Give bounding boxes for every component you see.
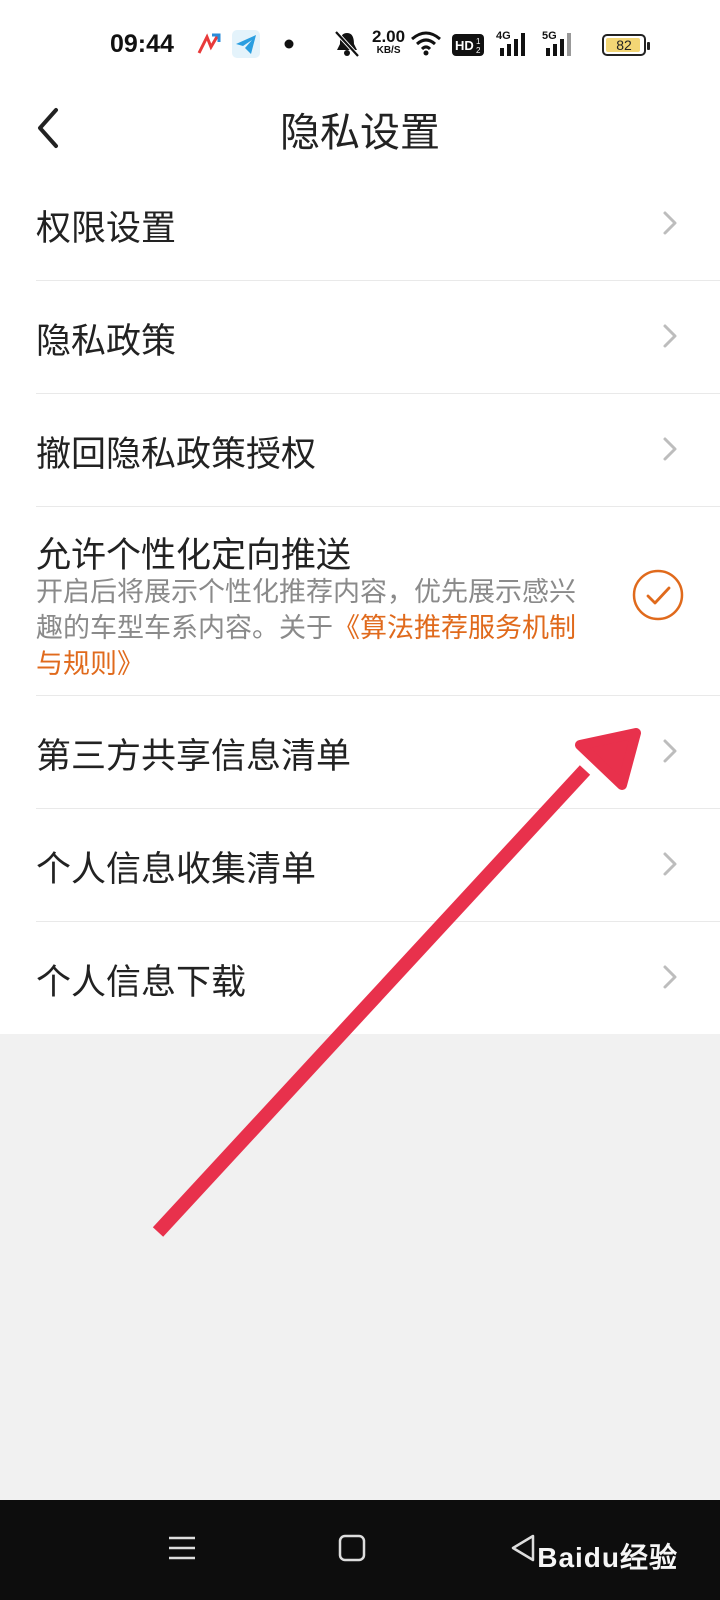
wifi-icon (411, 31, 441, 56)
signal-5g-icon: 5G (542, 30, 571, 56)
notification-app-icon (197, 33, 221, 54)
chevron-right-icon (663, 965, 677, 989)
personalization-label: 允许个性化定向推送 (36, 536, 352, 576)
svg-text:2: 2 (476, 46, 481, 55)
menu-item-label: 个人信息下载 (36, 963, 247, 1003)
menu-item-label: 撤回隐私政策授权 (36, 435, 317, 475)
page-header: 隐私设置 (0, 90, 720, 169)
signal-4g-icon: 4G (496, 30, 525, 56)
chevron-right-icon (663, 324, 677, 348)
menu-icon[interactable] (166, 1532, 198, 1564)
menu-item-revoke-authorization[interactable]: 撤回隐私政策授权 (36, 394, 720, 507)
mute-bell-icon (334, 30, 360, 58)
settings-list: 权限设置 隐私政策 撤回隐私政策授权 允许个性化定向推送 开启后将展示个性化推荐… (0, 168, 720, 1034)
menu-item-download[interactable]: 个人信息下载 (36, 922, 720, 1034)
svg-text:5G: 5G (542, 30, 557, 42)
svg-text:HD: HD (455, 38, 474, 53)
menu-item-permissions[interactable]: 权限设置 (36, 168, 720, 281)
menu-item-collection-list[interactable]: 个人信息收集清单 (36, 809, 720, 922)
chevron-right-icon (663, 852, 677, 876)
svg-text:4G: 4G (496, 30, 511, 42)
menu-item-label: 权限设置 (36, 209, 177, 249)
menu-item-privacy-policy[interactable]: 隐私政策 (36, 281, 720, 394)
chevron-right-icon (663, 211, 677, 235)
back-nav-icon[interactable] (508, 1532, 538, 1564)
home-icon[interactable] (337, 1533, 367, 1563)
dot-icon (284, 39, 294, 49)
telegram-icon (232, 30, 260, 58)
menu-item-label: 个人信息收集清单 (36, 850, 317, 890)
chevron-right-icon (663, 437, 677, 461)
menu-item-third-party-list[interactable]: 第三方共享信息清单 (36, 696, 720, 809)
check-icon (646, 586, 671, 605)
personalization-toggle[interactable] (632, 569, 684, 621)
hd-icon: HD 1 2 (452, 34, 484, 56)
network-speed: 2.00 KB/S (372, 28, 405, 57)
menu-item-label: 隐私政策 (36, 322, 177, 362)
menu-item-personalization: 允许个性化定向推送 开启后将展示个性化推荐内容，优先展示感兴趣的车型车系内容。关… (36, 507, 720, 696)
page-title: 隐私设置 (280, 110, 440, 156)
svg-text:1: 1 (476, 37, 481, 46)
status-time: 09:44 (110, 30, 174, 58)
menu-item-label: 第三方共享信息清单 (36, 737, 352, 777)
baidu-watermark: Baidu经验 (537, 1542, 678, 1573)
status-bar: 09:44 2.00 KB/S HD 1 2 4G 5G 82 (0, 0, 720, 90)
battery-level: 82 (616, 37, 632, 53)
chevron-right-icon (663, 739, 677, 763)
network-speed-unit: KB/S (376, 45, 401, 56)
network-speed-value: 2.00 (372, 27, 406, 46)
battery-icon: 82 (602, 34, 650, 56)
personalization-description: 开启后将展示个性化推荐内容，优先展示感兴趣的车型车系内容。关于《算法推荐服务机制… (36, 575, 576, 683)
